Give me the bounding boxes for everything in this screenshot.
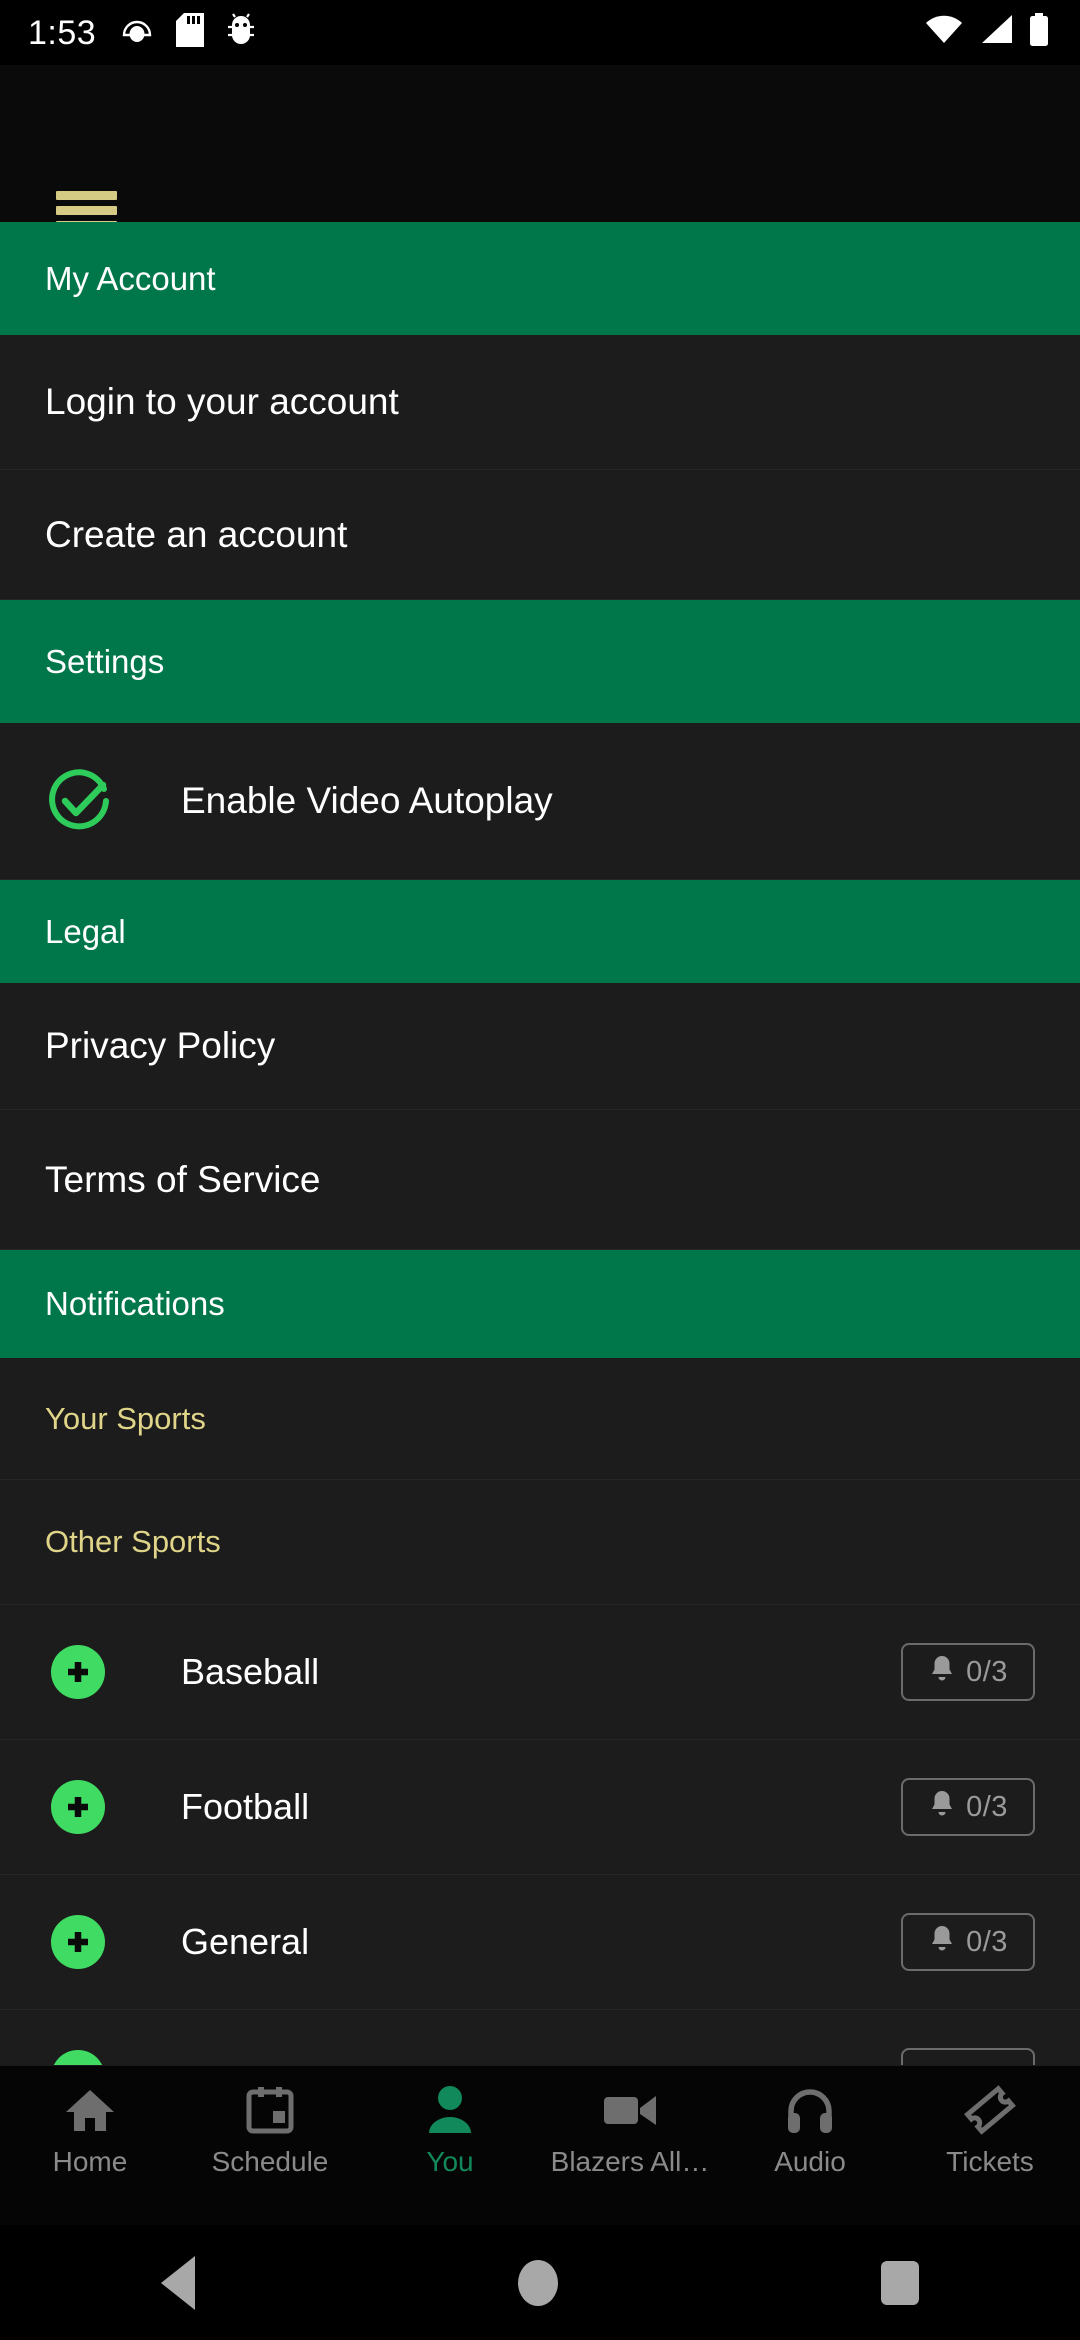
menu-item-privacy-policy[interactable]: Privacy Policy — [0, 983, 1080, 1110]
section-title: Settings — [45, 642, 165, 680]
tab-you[interactable]: You — [360, 2066, 540, 2226]
sd-card-icon — [176, 13, 205, 52]
bell-icon — [928, 1654, 956, 1691]
menu-item-terms-of-service[interactable]: Terms of Service — [0, 1110, 1080, 1250]
group-label-other-sports[interactable]: Other Sports — [0, 1480, 1080, 1605]
wifi-icon — [924, 13, 964, 52]
status-bar-clock: 1:53 — [28, 13, 97, 52]
menu-item-label: Login to your account — [45, 381, 399, 422]
menu-item-label: Terms of Service — [45, 1158, 321, 1200]
sport-row-baseball[interactable]: Baseball 0/3 — [0, 1605, 1080, 1740]
tab-audio[interactable]: Audio — [720, 2066, 900, 2226]
section-title: Legal — [45, 912, 126, 950]
app-screen: 1:53 My Account Login to your account Cr… — [0, 0, 1080, 2340]
status-bar-notification-icons — [120, 13, 256, 52]
sport-label: Baseball — [181, 1651, 320, 1692]
group-label: Other Sports — [45, 1524, 221, 1559]
sport-row-partial[interactable] — [0, 2010, 1080, 2065]
sport-label: General — [181, 1921, 310, 1962]
plus-circle-icon[interactable] — [51, 1780, 105, 1834]
sport-row-general[interactable]: General 0/3 — [0, 1875, 1080, 2010]
cell-signal-icon — [978, 13, 1014, 52]
section-header-legal: Legal — [0, 880, 1080, 983]
notification-count-badge[interactable]: 0/3 — [901, 1913, 1035, 1971]
menu-item-label: Create an account — [45, 513, 348, 555]
section-title: Notifications — [45, 1285, 225, 1322]
plus-circle-icon[interactable] — [51, 1915, 105, 1969]
hamburger-bar-1 — [56, 191, 117, 200]
menu-item-login[interactable]: Login to your account — [0, 335, 1080, 470]
notification-count-badge[interactable]: 0/3 — [901, 1778, 1035, 1836]
hamburger-bar-2 — [56, 206, 117, 215]
settings-list[interactable]: My Account Login to your account Create … — [0, 222, 1080, 2065]
menu-item-label: Enable Video Autoplay — [181, 780, 553, 821]
tab-label: Schedule — [211, 2146, 329, 2177]
calendar-icon — [245, 2084, 295, 2136]
menu-item-label: Privacy Policy — [45, 1025, 276, 1066]
tab-schedule[interactable]: Schedule — [180, 2066, 360, 2226]
home-circle-icon[interactable] — [517, 2259, 558, 2306]
bell-icon — [928, 1924, 956, 1961]
headphones-icon — [785, 2084, 835, 2136]
tab-label: Home — [52, 2146, 128, 2177]
notification-count: 0/3 — [966, 1655, 1008, 1688]
status-bar: 1:53 — [0, 0, 1080, 65]
bottom-navigation-bar: Home Schedule You Blazers All… Audio Tic… — [0, 2065, 1080, 2225]
recents-square-icon[interactable] — [880, 2260, 919, 2305]
check-circle-icon[interactable] — [45, 767, 149, 835]
notification-count-badge[interactable] — [901, 2048, 1035, 2065]
plus-circle-icon[interactable] — [51, 2050, 105, 2065]
person-icon — [426, 2084, 474, 2136]
section-header-my-account: My Account — [0, 222, 1080, 335]
android-system-nav — [0, 2225, 1080, 2340]
notification-count: 0/3 — [966, 1790, 1008, 1823]
plus-circle-icon[interactable] — [51, 1645, 105, 1699]
sport-label: Football — [181, 1786, 310, 1827]
bell-icon — [928, 1789, 956, 1826]
app-header-bar — [0, 65, 1080, 230]
rose-bowl-game-logo-icon — [120, 13, 154, 52]
tab-label: You — [426, 2146, 474, 2177]
tab-home[interactable]: Home — [0, 2066, 180, 2226]
section-title: My Account — [45, 259, 216, 297]
back-triangle-icon[interactable] — [161, 2255, 196, 2310]
tab-label: Audio — [774, 2146, 846, 2177]
home-icon — [64, 2084, 116, 2136]
group-label-your-sports[interactable]: Your Sports — [0, 1358, 1080, 1480]
notification-count: 0/3 — [966, 1925, 1008, 1958]
sport-row-football[interactable]: Football 0/3 — [0, 1740, 1080, 1875]
menu-item-enable-video-autoplay[interactable]: Enable Video Autoplay — [0, 723, 1080, 880]
android-debug-bug-icon — [226, 13, 256, 52]
notification-count-badge[interactable]: 0/3 — [901, 1643, 1035, 1701]
section-header-notifications: Notifications — [0, 1250, 1080, 1358]
tab-tickets[interactable]: Tickets — [900, 2066, 1080, 2226]
status-bar-system-icons — [924, 13, 1050, 52]
section-header-settings: Settings — [0, 600, 1080, 723]
menu-item-create-account[interactable]: Create an account — [0, 470, 1080, 600]
tab-label: Tickets — [946, 2146, 1034, 2177]
video-camera-icon — [602, 2084, 658, 2136]
group-label: Your Sports — [45, 1400, 206, 1436]
ticket-icon — [964, 2084, 1016, 2136]
tab-blazers-all-access[interactable]: Blazers All… — [540, 2066, 720, 2226]
tab-label: Blazers All… — [550, 2146, 710, 2177]
battery-icon — [1028, 13, 1050, 52]
